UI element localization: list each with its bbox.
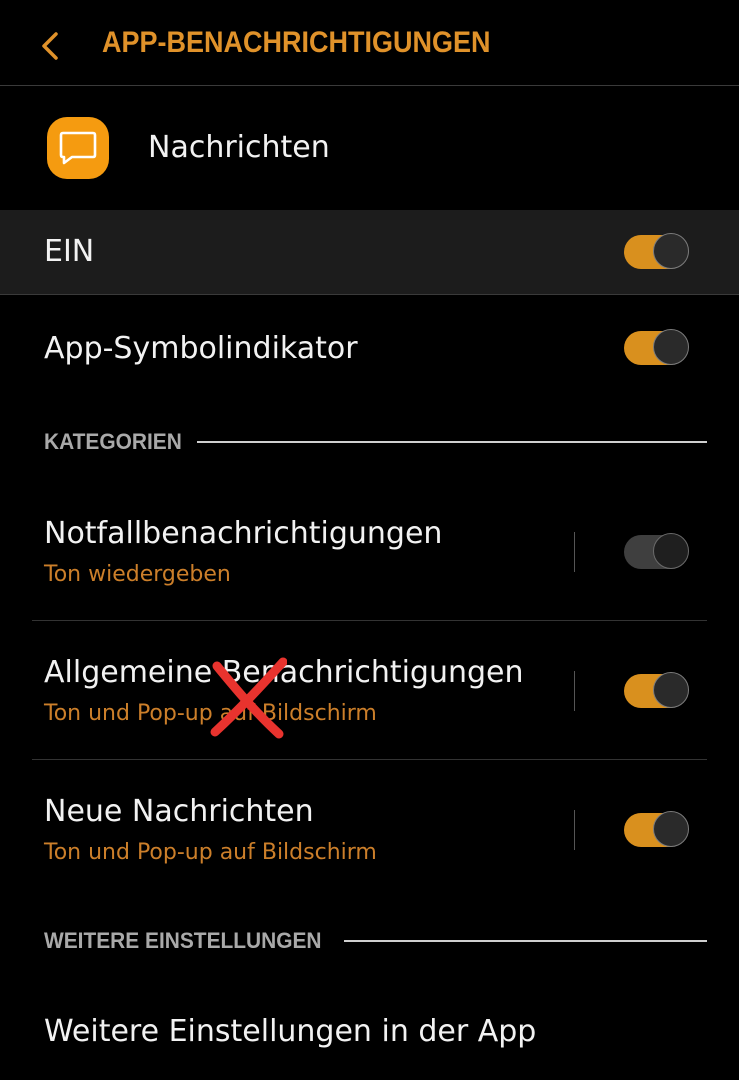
more-settings-label: Weitere Einstellungen in der App (44, 1014, 537, 1049)
category-title: Neue Nachrichten (44, 794, 314, 829)
category-subtitle: Ton und Pop-up auf Bildschirm (44, 840, 377, 865)
category-subtitle: Ton wiedergeben (44, 562, 231, 587)
app-bar: APP-BENACHRICHTIGUNGEN (0, 0, 739, 86)
toggle-knob (653, 672, 689, 708)
category-toggle-general[interactable] (624, 672, 691, 710)
app-info-row: Nachrichten (0, 86, 739, 210)
section-header-more-settings: WEITERE EINSTELLUNGEN (44, 926, 707, 956)
app-name: Nachrichten (148, 130, 330, 165)
category-toggle-new-messages[interactable] (624, 811, 691, 849)
section-header-categories: KATEGORIEN (44, 427, 707, 457)
master-switch-label: EIN (44, 234, 95, 269)
category-row-emergency[interactable]: Notfallbenachrichtigungen Ton wiedergebe… (0, 482, 739, 620)
master-toggle[interactable] (624, 233, 691, 271)
toggle-knob (653, 533, 689, 569)
vertical-divider (574, 810, 575, 850)
badge-row[interactable]: App-Symbolindikator (0, 295, 739, 405)
message-bubble-icon (47, 117, 109, 179)
section-label: KATEGORIEN (44, 429, 182, 454)
page-title: APP-BENACHRICHTIGUNGEN (102, 26, 491, 59)
category-toggle-emergency[interactable] (624, 533, 691, 571)
category-title: Allgemeine Benachrichtigungen (44, 655, 524, 690)
badge-label: App-Symbolindikator (44, 331, 358, 366)
chevron-left-icon (42, 32, 58, 60)
vertical-divider (574, 532, 575, 572)
badge-toggle[interactable] (624, 329, 691, 367)
category-row-new-messages[interactable]: Neue Nachrichten Ton und Pop-up auf Bild… (0, 760, 739, 898)
back-button[interactable] (28, 24, 72, 68)
toggle-knob (653, 811, 689, 847)
section-line (344, 940, 707, 942)
section-label: WEITERE EINSTELLUNGEN (44, 928, 322, 953)
master-switch-row[interactable]: EIN (0, 210, 739, 294)
toggle-knob (653, 329, 689, 365)
more-settings-row[interactable]: Weitere Einstellungen in der App (0, 980, 739, 1080)
section-line (197, 441, 707, 443)
category-subtitle: Ton und Pop-up auf Bildschirm (44, 701, 377, 726)
category-title: Notfallbenachrichtigungen (44, 516, 443, 551)
category-row-general[interactable]: Allgemeine Benachrichtigungen Ton und Po… (0, 621, 739, 759)
vertical-divider (574, 671, 575, 711)
toggle-knob (653, 233, 689, 269)
